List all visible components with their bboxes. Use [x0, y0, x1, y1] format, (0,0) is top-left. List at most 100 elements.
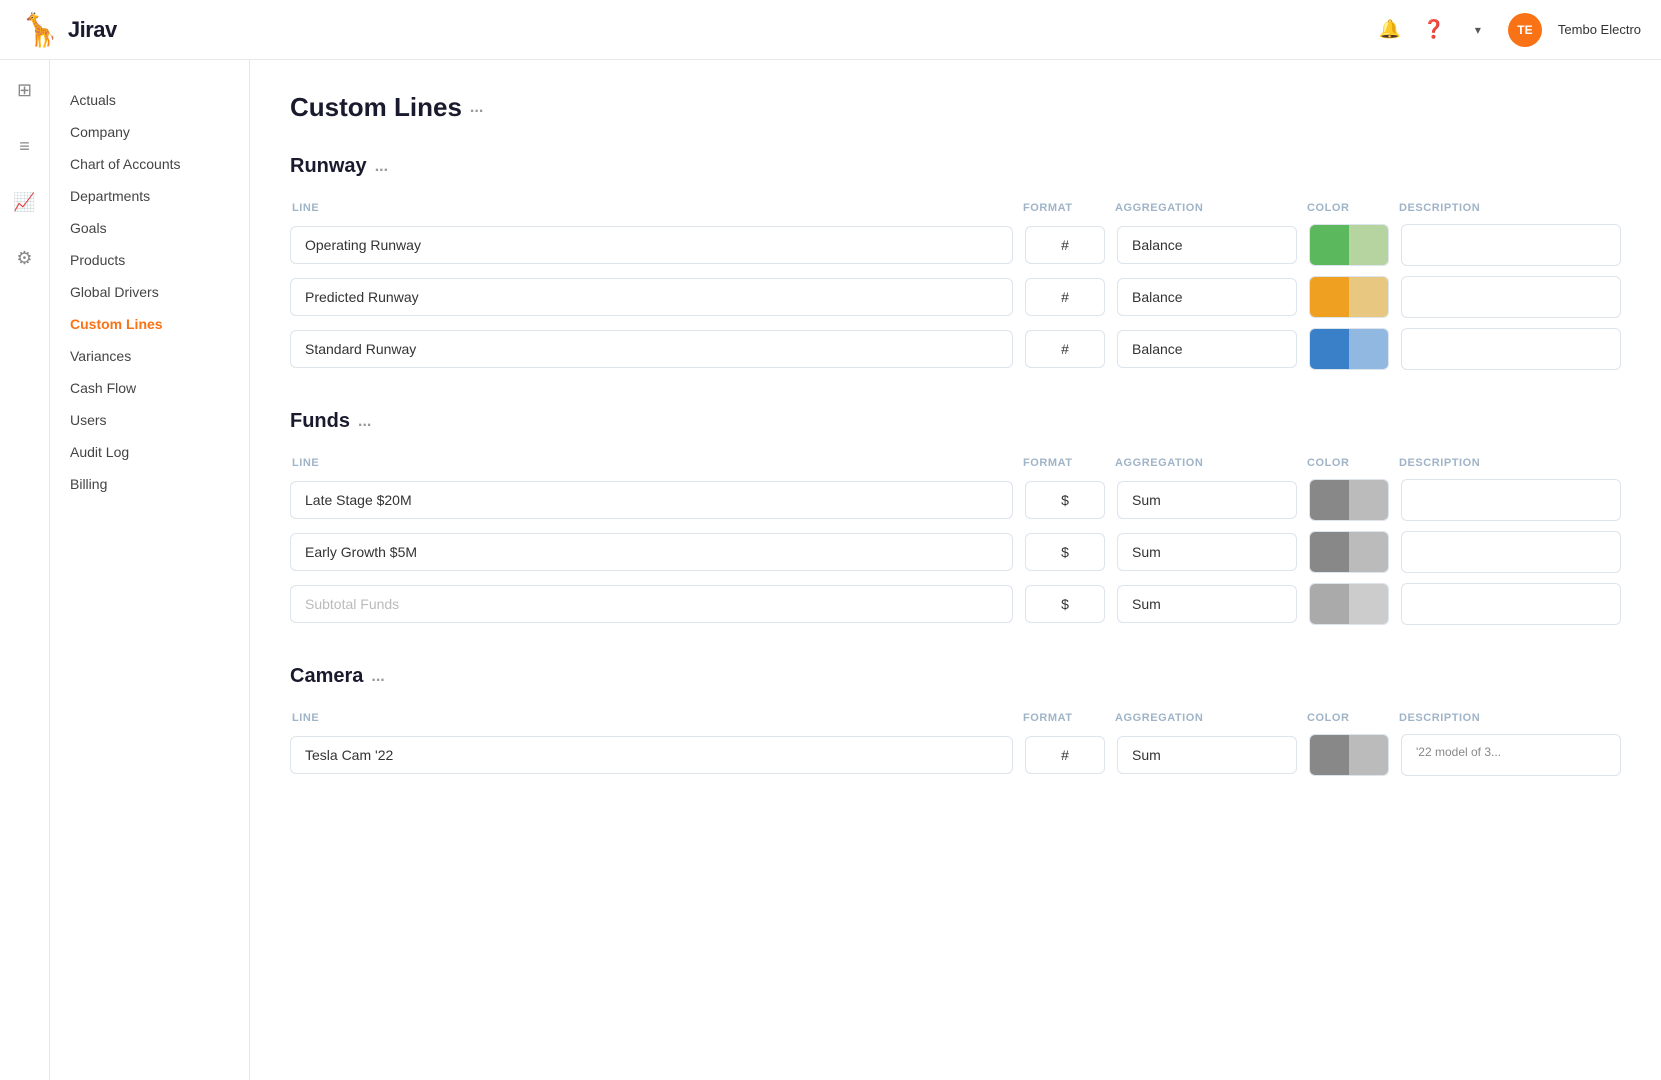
runway-section: Runway ... LINE FORMAT AGGREGATION COLOR…: [290, 155, 1621, 370]
early-growth-aggregation[interactable]: Sum: [1117, 533, 1297, 571]
sidebar: Actuals Company Chart of Accounts Depart…: [50, 60, 250, 1080]
standard-runway-aggregation[interactable]: Balance: [1117, 330, 1297, 368]
camera-section: Camera ... LINE FORMAT AGGREGATION COLOR…: [290, 665, 1621, 776]
sidebar-item-actuals[interactable]: Actuals: [50, 84, 249, 116]
camera-row1-line-input[interactable]: [290, 736, 1013, 774]
sidebar-item-variances[interactable]: Variances: [50, 340, 249, 372]
early-growth-line-input[interactable]: [290, 533, 1013, 571]
camera-title-text: Camera: [290, 665, 363, 688]
late-stage-description[interactable]: [1401, 479, 1621, 521]
funds-section-title: Funds ...: [290, 410, 1621, 433]
table-row: # Sum '22 model of 3...: [290, 734, 1621, 776]
dropdown-icon[interactable]: ▾: [1464, 16, 1492, 44]
subtotal-funds-color[interactable]: [1309, 583, 1389, 625]
main-layout: ⊞ ≡ 📈 ⚙ Actuals Company Chart of Account…: [0, 60, 1661, 1080]
camera-row1-aggregation[interactable]: Sum: [1117, 736, 1297, 774]
user-name: Tembo Electro: [1558, 22, 1641, 37]
runway-col-headers: LINE FORMAT AGGREGATION COLOR DESCRIPTIO…: [290, 198, 1621, 216]
icon-nav: ⊞ ≡ 📈 ⚙: [0, 60, 50, 1080]
subtotal-funds-format[interactable]: $: [1025, 585, 1105, 623]
camera-row1-format[interactable]: #: [1025, 736, 1105, 774]
predicted-runway-format[interactable]: #: [1025, 278, 1105, 316]
funds-col-headers: LINE FORMAT AGGREGATION COLOR DESCRIPTIO…: [290, 453, 1621, 471]
predicted-runway-line-input[interactable]: [290, 278, 1013, 316]
runway-section-title: Runway ...: [290, 155, 1621, 178]
operating-runway-aggregation[interactable]: Balance: [1117, 226, 1297, 264]
logo-giraffe-icon: 🦒: [20, 11, 60, 49]
subtotal-funds-description[interactable]: [1401, 583, 1621, 625]
late-stage-line-input[interactable]: [290, 481, 1013, 519]
subtotal-funds-line-input[interactable]: [290, 585, 1013, 623]
camera-more-button[interactable]: ...: [371, 668, 384, 686]
standard-runway-format[interactable]: #: [1025, 330, 1105, 368]
camera-col-line: LINE: [292, 712, 319, 724]
late-stage-aggregation[interactable]: Sum: [1117, 481, 1297, 519]
operating-runway-color[interactable]: [1309, 224, 1389, 266]
runway-col-color: COLOR: [1307, 202, 1349, 214]
nav-settings-icon[interactable]: ⚙: [7, 240, 43, 276]
camera-row1-color[interactable]: [1309, 734, 1389, 776]
standard-runway-description[interactable]: [1401, 328, 1621, 370]
sidebar-item-company[interactable]: Company: [50, 116, 249, 148]
runway-col-aggregation: AGGREGATION: [1115, 202, 1203, 214]
funds-col-description: DESCRIPTION: [1399, 457, 1480, 469]
operating-runway-line-input[interactable]: [290, 226, 1013, 264]
operating-runway-description[interactable]: [1401, 224, 1621, 266]
camera-row1-description[interactable]: '22 model of 3...: [1401, 734, 1621, 776]
avatar[interactable]: TE: [1508, 13, 1542, 47]
sidebar-item-global-drivers[interactable]: Global Drivers: [50, 276, 249, 308]
runway-col-line: LINE: [292, 202, 319, 214]
late-stage-format[interactable]: $: [1025, 481, 1105, 519]
predicted-runway-aggregation[interactable]: Balance: [1117, 278, 1297, 316]
operating-runway-format[interactable]: #: [1025, 226, 1105, 264]
runway-title-text: Runway: [290, 155, 367, 178]
predicted-runway-color[interactable]: [1309, 276, 1389, 318]
early-growth-format[interactable]: $: [1025, 533, 1105, 571]
early-growth-color[interactable]: [1309, 531, 1389, 573]
funds-more-button[interactable]: ...: [358, 413, 371, 431]
help-icon[interactable]: ❓: [1420, 16, 1448, 44]
sidebar-item-goals[interactable]: Goals: [50, 212, 249, 244]
camera-col-format: FORMAT: [1023, 712, 1073, 724]
late-stage-color[interactable]: [1309, 479, 1389, 521]
sidebar-item-billing[interactable]: Billing: [50, 468, 249, 500]
sidebar-item-departments[interactable]: Departments: [50, 180, 249, 212]
page-title: Custom Lines ...: [290, 92, 1621, 123]
sidebar-item-custom-lines[interactable]: Custom Lines: [50, 308, 249, 340]
topbar: 🦒 Jirav 🔔 ❓ ▾ TE Tembo Electro: [0, 0, 1661, 60]
table-row: # Balance: [290, 224, 1621, 266]
logo-text: Jirav: [68, 17, 117, 43]
camera-col-headers: LINE FORMAT AGGREGATION COLOR DESCRIPTIO…: [290, 708, 1621, 726]
sidebar-item-cash-flow[interactable]: Cash Flow: [50, 372, 249, 404]
nav-chart-icon[interactable]: 📈: [7, 184, 43, 220]
nav-dashboard-icon[interactable]: ⊞: [7, 72, 43, 108]
topbar-right: 🔔 ❓ ▾ TE Tembo Electro: [1376, 13, 1641, 47]
camera-col-color: COLOR: [1307, 712, 1349, 724]
sidebar-item-users[interactable]: Users: [50, 404, 249, 436]
logo: 🦒 Jirav: [20, 11, 117, 49]
page-more-button[interactable]: ...: [470, 99, 483, 117]
runway-more-button[interactable]: ...: [375, 158, 388, 176]
predicted-runway-description[interactable]: [1401, 276, 1621, 318]
subtotal-funds-aggregation[interactable]: Sum: [1117, 585, 1297, 623]
sidebar-item-products[interactable]: Products: [50, 244, 249, 276]
table-row: $ Sum: [290, 583, 1621, 625]
content: Custom Lines ... Runway ... LINE FORMAT …: [250, 60, 1661, 1080]
runway-col-format: FORMAT: [1023, 202, 1073, 214]
table-row: $ Sum: [290, 531, 1621, 573]
early-growth-description[interactable]: [1401, 531, 1621, 573]
camera-col-description: DESCRIPTION: [1399, 712, 1480, 724]
sidebar-item-chart-of-accounts[interactable]: Chart of Accounts: [50, 148, 249, 180]
notifications-icon[interactable]: 🔔: [1376, 16, 1404, 44]
funds-col-aggregation: AGGREGATION: [1115, 457, 1203, 469]
table-row: # Balance: [290, 328, 1621, 370]
funds-col-color: COLOR: [1307, 457, 1349, 469]
funds-col-format: FORMAT: [1023, 457, 1073, 469]
funds-section: Funds ... LINE FORMAT AGGREGATION COLOR …: [290, 410, 1621, 625]
standard-runway-color[interactable]: [1309, 328, 1389, 370]
nav-reports-icon[interactable]: ≡: [7, 128, 43, 164]
camera-col-aggregation: AGGREGATION: [1115, 712, 1203, 724]
standard-runway-line-input[interactable]: [290, 330, 1013, 368]
sidebar-item-audit-log[interactable]: Audit Log: [50, 436, 249, 468]
funds-col-line: LINE: [292, 457, 319, 469]
